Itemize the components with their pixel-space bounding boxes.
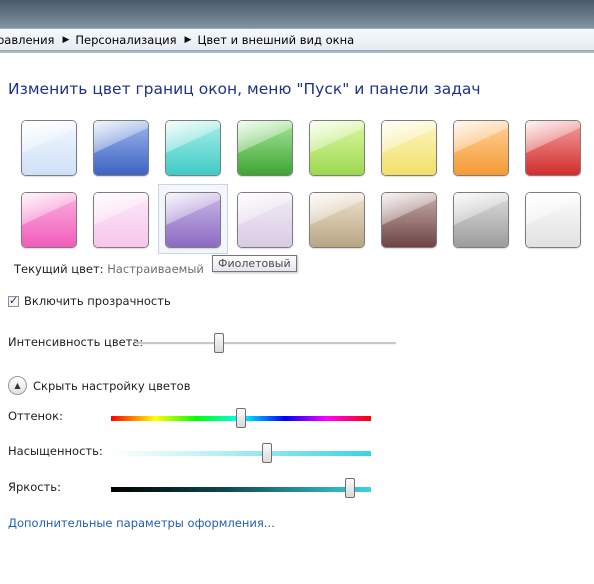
transparency-label[interactable]: Включить прозрачность: [24, 294, 171, 308]
color-swatch-pumpkin[interactable]: [454, 121, 508, 175]
color-swatch-violet[interactable]: [166, 193, 220, 247]
saturation-label: Насыщенность:: [8, 444, 103, 458]
color-swatch-sea[interactable]: [166, 121, 220, 175]
saturation-slider-track[interactable]: [111, 451, 371, 456]
check-mark-icon: ✓: [9, 293, 19, 307]
intensity-label: Интенсивность цвета:: [8, 335, 144, 349]
color-swatch-ruby[interactable]: [526, 121, 580, 175]
color-swatch-leaf[interactable]: [238, 121, 292, 175]
current-color-value: Настраиваемый: [107, 262, 204, 276]
breadcrumb: равления ▶ Персонализация ▶ Цвет и внешн…: [0, 28, 594, 51]
color-swatch-twilight[interactable]: [94, 121, 148, 175]
brightness-label: Яркость:: [8, 480, 61, 494]
intensity-slider-track[interactable]: [136, 342, 396, 345]
hide-color-mixer-label[interactable]: Скрыть настройку цветов: [33, 379, 191, 393]
color-swatch-sky[interactable]: [22, 121, 76, 175]
color-swatch-slate[interactable]: [454, 193, 508, 247]
hide-color-mixer-toggle[interactable]: ▲ Скрыть настройку цветов: [8, 376, 191, 395]
color-swatch-fuchsia[interactable]: [22, 193, 76, 247]
color-swatch-chocolate[interactable]: [382, 193, 436, 247]
breadcrumb-arrow-icon[interactable]: ▶: [60, 35, 75, 45]
brightness-slider-thumb[interactable]: [345, 478, 355, 498]
hue-label: Оттенок:: [8, 409, 63, 423]
page-title: Изменить цвет границ окон, меню "Пуск" и…: [8, 80, 481, 98]
transparency-checkbox[interactable]: ✓: [8, 293, 19, 307]
breadcrumb-item-control-panel[interactable]: равления: [0, 33, 60, 47]
color-swatch-taupe[interactable]: [310, 193, 364, 247]
current-color-label: Текущий цвет:: [14, 262, 104, 276]
color-swatch-lemon[interactable]: [382, 121, 436, 175]
color-swatch-lavender[interactable]: [238, 193, 292, 247]
breadcrumb-arrow-icon[interactable]: ▶: [183, 35, 198, 45]
breadcrumb-item-personalization[interactable]: Персонализация: [75, 33, 182, 47]
hue-slider-thumb[interactable]: [236, 408, 246, 428]
swatch-tooltip: Фиолетовый: [212, 255, 297, 272]
current-color-info: Текущий цвет: Настраиваемый: [14, 262, 204, 276]
color-swatch-blush[interactable]: [94, 193, 148, 247]
color-swatch-frost[interactable]: [526, 193, 580, 247]
intensity-slider-thumb[interactable]: [214, 333, 224, 353]
chevron-up-icon[interactable]: ▲: [8, 376, 27, 395]
breadcrumb-item-window-color[interactable]: Цвет и внешний вид окна: [197, 33, 360, 47]
color-swatch-lime[interactable]: [310, 121, 364, 175]
transparency-option[interactable]: ✓ Включить прозрачность: [8, 294, 171, 308]
saturation-slider-thumb[interactable]: [262, 443, 272, 463]
brightness-slider-track[interactable]: [111, 487, 371, 492]
advanced-appearance-link[interactable]: Дополнительные параметры оформления...: [8, 516, 275, 530]
